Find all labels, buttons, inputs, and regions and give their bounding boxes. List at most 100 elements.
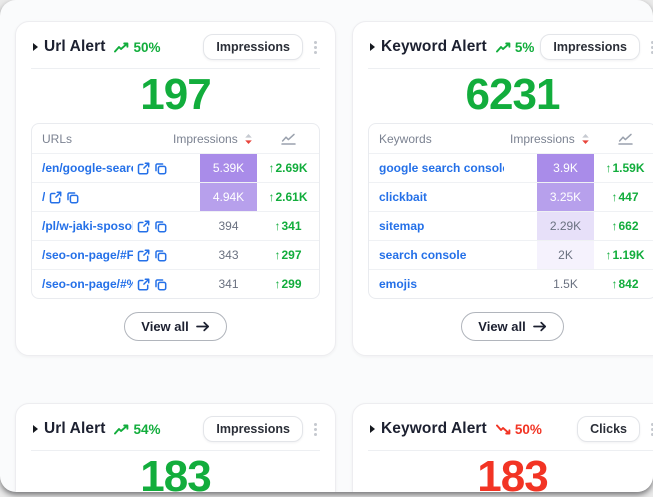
delta-up-arrow-icon: ↑ (605, 248, 611, 262)
delta-up-arrow-icon: ↑ (274, 248, 280, 262)
row-value: 4.94K (200, 183, 257, 211)
row-value: 5.39K (200, 154, 257, 182)
row-link[interactable]: /seo-on-page/#Facto... (42, 248, 133, 262)
column-header-value-sort[interactable]: Impressions (508, 124, 594, 153)
caret-right-icon (33, 43, 38, 51)
card-title: Url Alert (44, 420, 105, 438)
delta-up-arrow-icon: ↑ (268, 161, 274, 175)
trend-up-icon (114, 424, 129, 435)
metric-button-label: Impressions (216, 40, 290, 54)
table-header-row: Keywords Impressions (369, 124, 653, 153)
row-value: 3.25K (537, 183, 594, 211)
delta-up-arrow-icon: ↑ (611, 190, 617, 204)
card-title-toggle[interactable]: Url Alert 50% (33, 38, 161, 56)
external-link-icon[interactable] (137, 220, 150, 233)
column-header-value-sort[interactable]: Impressions (171, 124, 257, 153)
external-link-icon[interactable] (137, 249, 150, 262)
card-title: Url Alert (44, 38, 105, 56)
row-delta: ↑1.59K (594, 154, 653, 182)
row-delta: ↑297 (257, 241, 319, 269)
delta-up-arrow-icon: ↑ (611, 277, 617, 291)
external-link-icon[interactable] (137, 162, 150, 175)
trend-down-icon (496, 424, 511, 435)
row-link[interactable]: / (42, 190, 45, 204)
row-value: 1.5K (537, 270, 594, 298)
big-number: 183 (28, 452, 323, 492)
row-delta: ↑2.61K (257, 183, 319, 211)
row-link[interactable]: /seo-on-page/#%C2... (42, 277, 133, 291)
delta-up-arrow-icon: ↑ (274, 277, 280, 291)
trend-up-icon (496, 42, 511, 53)
table-row: google search console3.9K↑1.59K (369, 153, 653, 182)
trend-badge: 50% (496, 422, 542, 437)
copy-icon[interactable] (154, 249, 167, 262)
card-header-actions: Clicks (577, 416, 653, 442)
trend-value: 54% (133, 422, 160, 437)
row-delta: ↑1.19K (594, 241, 653, 269)
row-value: 341 (200, 270, 257, 298)
header-divider (368, 68, 653, 69)
copy-icon[interactable] (66, 191, 79, 204)
chart-column-header[interactable] (257, 124, 319, 153)
external-link-icon[interactable] (49, 191, 62, 204)
big-number: 6231 (365, 70, 653, 120)
alert-table: URLs Impressions /en/google-search-c...5… (31, 123, 320, 299)
row-link[interactable]: /en/google-search-c... (42, 161, 133, 175)
header-divider (31, 68, 320, 69)
external-link-icon[interactable] (137, 278, 150, 291)
sort-arrows-icon (244, 133, 253, 145)
kebab-menu-icon[interactable] (310, 420, 321, 439)
big-number: 197 (28, 70, 323, 120)
view-all-button[interactable]: View all (124, 312, 226, 341)
row-delta: ↑2.69K (257, 154, 319, 182)
column-header-value-text: Impressions (510, 132, 575, 146)
header-divider (368, 450, 653, 451)
row-link[interactable]: /pl/w-jaki-sposob-nal... (42, 219, 133, 233)
row-delta: ↑842 (594, 270, 653, 298)
row-link[interactable]: search console (379, 248, 466, 262)
card-title-toggle[interactable]: Keyword Alert 50% (370, 420, 542, 438)
kebab-menu-icon[interactable] (647, 420, 653, 439)
arrow-right-icon (196, 321, 210, 332)
metric-button[interactable]: Impressions (540, 34, 640, 60)
view-all-label: View all (141, 319, 188, 334)
caret-right-icon (370, 43, 375, 51)
delta-up-arrow-icon: ↑ (268, 190, 274, 204)
kebab-menu-icon[interactable] (647, 38, 653, 57)
table-row: / 4.94K↑2.61K (32, 182, 319, 211)
delta-up-arrow-icon: ↑ (274, 219, 280, 233)
delta-up-arrow-icon: ↑ (605, 161, 611, 175)
metric-button[interactable]: Impressions (203, 416, 303, 442)
metric-button[interactable]: Impressions (203, 34, 303, 60)
trend-badge: 50% (114, 40, 160, 55)
card-header-actions: Impressions (540, 34, 653, 60)
row-value: 2.29K (537, 212, 594, 240)
trend-value: 5% (515, 40, 535, 55)
table-row: /en/google-search-c... 5.39K↑2.69K (32, 153, 319, 182)
view-all-button[interactable]: View all (461, 312, 563, 341)
dashboard-frame: Url Alert 50% Impressions (0, 0, 653, 492)
row-value: 343 (200, 241, 257, 269)
kebab-menu-icon[interactable] (310, 38, 321, 57)
card-header-actions: Impressions (203, 34, 321, 60)
card-title: Keyword Alert (381, 38, 487, 56)
trend-badge: 5% (496, 40, 535, 55)
chart-column-header[interactable] (594, 124, 653, 153)
row-link[interactable]: sitemap (379, 219, 424, 233)
row-delta: ↑447 (594, 183, 653, 211)
alert-card: Keyword Alert 5% Impressions (352, 21, 653, 356)
row-link[interactable]: clickbait (379, 190, 427, 204)
card-title-toggle[interactable]: Url Alert 54% (33, 420, 161, 438)
card-header: Keyword Alert 5% Impressions (365, 35, 653, 59)
card-title-toggle[interactable]: Keyword Alert 5% (370, 38, 534, 56)
copy-icon[interactable] (154, 162, 167, 175)
sort-arrows-icon (581, 133, 590, 145)
row-link[interactable]: emojis (379, 277, 417, 291)
metric-button[interactable]: Clicks (577, 416, 640, 442)
row-link[interactable]: google search console (379, 161, 504, 175)
table-row: search console2K↑1.19K (369, 240, 653, 269)
trend-value: 50% (515, 422, 542, 437)
column-header-label: Keywords (369, 124, 508, 153)
copy-icon[interactable] (154, 278, 167, 291)
copy-icon[interactable] (154, 220, 167, 233)
